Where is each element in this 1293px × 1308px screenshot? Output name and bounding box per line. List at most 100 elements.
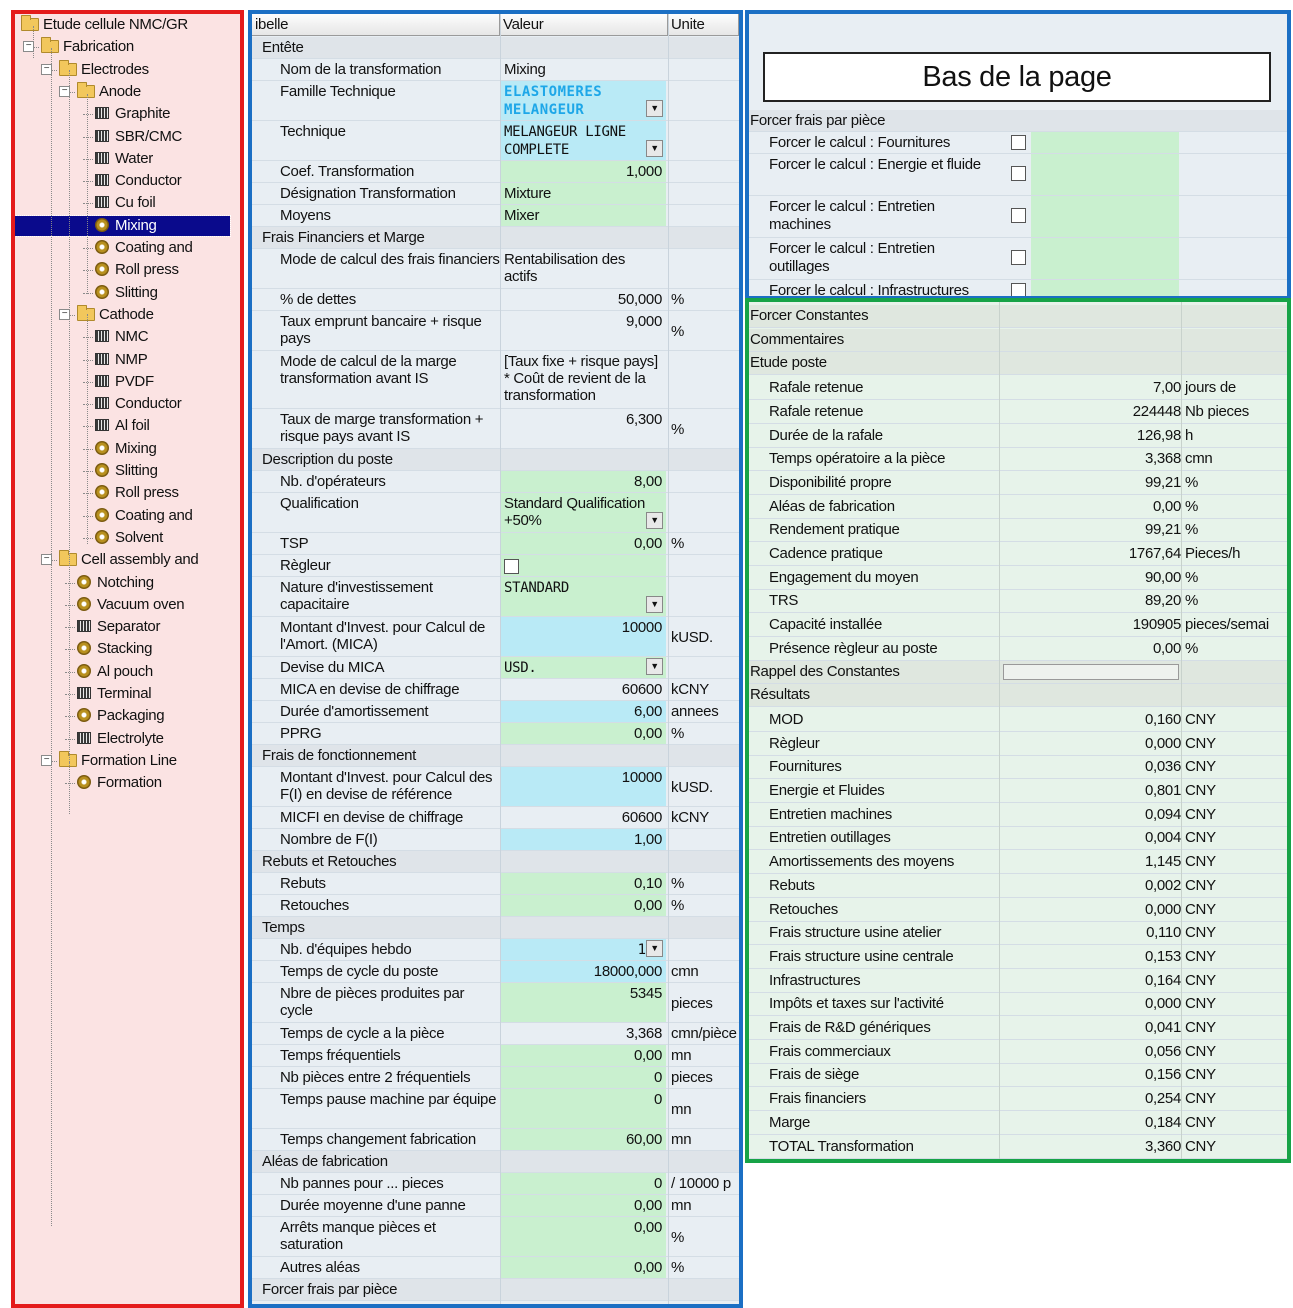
force-calc-value[interactable]	[1031, 238, 1179, 279]
property-value[interactable]: Rentabilisation des actifs	[500, 249, 666, 288]
force-calc-value[interactable]	[1031, 132, 1179, 153]
property-value[interactable]: ELASTOMERES MELANGEUR ▼	[500, 81, 666, 120]
property-value[interactable]: 0,00	[500, 895, 666, 916]
force-calc-row[interactable]: Forcer le calcul : Entretien machines	[749, 196, 1287, 238]
property-row[interactable]: Nombre de F(I) 1,00	[252, 829, 739, 851]
tree-node[interactable]: Conductor	[95, 171, 182, 191]
property-value[interactable]: 10000	[500, 617, 666, 656]
force-calc-row[interactable]: Forcer le calcul : Entretien outillages	[749, 238, 1287, 280]
property-value[interactable]: MELANGEUR LIGNE COMPLETE ▼	[500, 121, 666, 160]
result-row[interactable]: Entretien outillages 0,004 CNY	[749, 826, 1287, 851]
tree-node[interactable]: Cathode	[77, 304, 154, 325]
result-row[interactable]: Infrastructures 0,164 CNY	[749, 969, 1287, 993]
section-header[interactable]: Description du poste	[252, 449, 739, 471]
tree-node[interactable]: NMP	[95, 350, 148, 370]
result-row[interactable]: MOD 0,160 CNY	[749, 708, 1287, 732]
property-row[interactable]: Devise du MICA USD. ▼	[252, 657, 739, 679]
property-row[interactable]: Taux emprunt bancaire + risque pays 9,000…	[252, 311, 739, 351]
dropdown-arrow-icon[interactable]: ▼	[646, 512, 663, 529]
result-row[interactable]: Entretien machines 0,094 CNY	[749, 803, 1287, 827]
property-value[interactable]: 1,000	[500, 161, 666, 182]
section-commentaires[interactable]: Commentaires	[749, 328, 1287, 352]
property-row[interactable]: Nom de la transformation Mixing	[252, 59, 739, 81]
property-value[interactable]: USD. ▼	[500, 657, 666, 678]
property-row[interactable]: Temps de cycle du poste 18000,000 cmn	[252, 961, 739, 983]
force-calc-row[interactable]: Forcer le calcul : Infrastructures	[749, 280, 1287, 296]
property-row[interactable]: Temps changement fabrication 60,00 mn	[252, 1129, 739, 1151]
property-row[interactable]: Retouches 0,00%	[252, 895, 739, 917]
property-row[interactable]: TSP 0,00%	[252, 533, 739, 555]
result-row[interactable]: TOTAL Transformation 3,360 CNY	[749, 1135, 1287, 1159]
result-row[interactable]: Rebuts 0,002 CNY	[749, 874, 1287, 898]
result-row[interactable]: Energie et Fluides 0,801 CNY	[749, 779, 1287, 803]
dropdown-arrow-icon[interactable]: ▼	[646, 100, 663, 117]
property-value[interactable]: 60600	[500, 679, 666, 700]
tree-node[interactable]: Water	[95, 149, 153, 169]
dropdown-arrow-icon[interactable]: ▼	[646, 940, 663, 957]
result-row[interactable]: Temps opératoire a la pièce 3,368 cmn	[749, 447, 1287, 472]
tree-node[interactable]: Etude cellule NMC/GR	[21, 15, 188, 35]
property-value[interactable]: 6,300	[500, 409, 666, 448]
property-row[interactable]: Taux de marge transformation + risque pa…	[252, 409, 739, 449]
property-row[interactable]: Mode de calcul des frais financiers Renta…	[252, 249, 739, 289]
section-header[interactable]: Temps	[252, 917, 739, 939]
property-value[interactable]: 60600	[500, 807, 666, 828]
property-value[interactable]: Mixer	[500, 205, 666, 226]
property-row[interactable]: Qualification Standard Qualification +50%…	[252, 493, 739, 533]
property-row[interactable]: Technique MELANGEUR LIGNE COMPLETE ▼	[252, 121, 739, 161]
tree-node[interactable]: Roll press	[95, 483, 179, 503]
property-row[interactable]: Coef. Transformation 1,000	[252, 161, 739, 183]
property-value[interactable]: 0,00	[500, 1257, 666, 1278]
property-value[interactable]: 0,00	[500, 533, 666, 554]
result-row[interactable]: Présence règleur au poste 0,00%	[749, 637, 1287, 661]
dropdown-arrow-icon[interactable]: ▼	[646, 596, 663, 613]
property-value[interactable]: 0,00	[500, 723, 666, 744]
property-row[interactable]: Nb pièces entre 2 fréquentiels 0 pieces	[252, 1067, 739, 1089]
property-value[interactable]: 0	[500, 1067, 666, 1088]
result-row[interactable]: Rendement pratique 99,21%	[749, 518, 1287, 543]
section-header[interactable]: Entête	[252, 37, 739, 59]
tree-node[interactable]: Slitting	[95, 461, 158, 481]
property-row[interactable]: Nbre de pièces produites par cycle 5345 pi…	[252, 983, 739, 1023]
property-row[interactable]: Montant d'Invest. pour Calcul des F(I) e…	[252, 767, 739, 807]
force-calc-row[interactable]: Forcer le calcul : Energie et fluide	[749, 154, 1287, 196]
tree-node[interactable]: Fabrication	[41, 37, 134, 57]
result-row[interactable]: Fournitures 0,036 CNY	[749, 755, 1287, 780]
result-row[interactable]: Capacité installée 190905 pieces/semai	[749, 613, 1287, 638]
column-header-label[interactable]: ibelle	[252, 14, 500, 36]
result-row[interactable]: Rafale retenue 224448 Nb pieces	[749, 400, 1287, 424]
result-row[interactable]: Impôts et taxes sur l'activité 0,000 CNY	[749, 992, 1287, 1017]
result-row[interactable]: Aléas de fabrication 0,00%	[749, 495, 1287, 519]
regleur-checkbox[interactable]	[504, 558, 519, 574]
property-row[interactable]: PPRG 0,00%	[252, 723, 739, 745]
tree-node[interactable]: Al pouch	[77, 662, 153, 682]
property-value[interactable]: 0,00	[500, 1045, 666, 1066]
property-value[interactable]: 60,00	[500, 1129, 666, 1150]
force-calc-checkbox[interactable]	[1011, 283, 1026, 296]
tree-node[interactable]: Formation	[77, 773, 162, 793]
property-row[interactable]: Moyens Mixer	[252, 205, 739, 227]
result-row[interactable]: Durée de la rafale 126,98 h	[749, 424, 1287, 448]
tree-node[interactable]: Vacuum oven	[77, 595, 185, 615]
property-row[interactable]: Temps de cycle a la pièce 3,368 cmn/pièce	[252, 1023, 739, 1045]
property-value[interactable]: 3,368	[500, 1023, 666, 1044]
result-row[interactable]: Retouches 0,000 CNY	[749, 898, 1287, 922]
dropdown-arrow-icon[interactable]: ▼	[646, 140, 663, 157]
section-forcer-constantes[interactable]: Forcer Constantes	[749, 305, 1287, 328]
property-value[interactable]: Mixture	[500, 183, 666, 204]
property-row[interactable]: Nb. d'équipes hebdo 12,▼	[252, 939, 739, 961]
property-value[interactable]: 12,▼	[500, 939, 666, 960]
tree-node[interactable]: Separator	[77, 617, 160, 637]
property-row[interactable]: Rebuts 0,10%	[252, 873, 739, 895]
dropdown-arrow-icon[interactable]: ▼	[646, 658, 663, 675]
tree-node[interactable]: Notching	[77, 573, 154, 593]
column-header-value[interactable]: Valeur	[500, 14, 668, 36]
result-row[interactable]: Rafale retenue 7,00 jours de	[749, 376, 1287, 401]
section-resultats[interactable]: Résultats	[749, 684, 1287, 708]
result-row[interactable]: Frais financiers 0,254 CNY	[749, 1087, 1287, 1112]
result-row[interactable]: Marge 0,184 CNY	[749, 1111, 1287, 1135]
tree-node[interactable]: Al foil	[95, 416, 150, 436]
property-value[interactable]: 0,10	[500, 873, 666, 894]
property-value[interactable]: STANDARD ▼	[500, 577, 666, 616]
section-header[interactable]: Rebuts et Retouches	[252, 851, 739, 873]
